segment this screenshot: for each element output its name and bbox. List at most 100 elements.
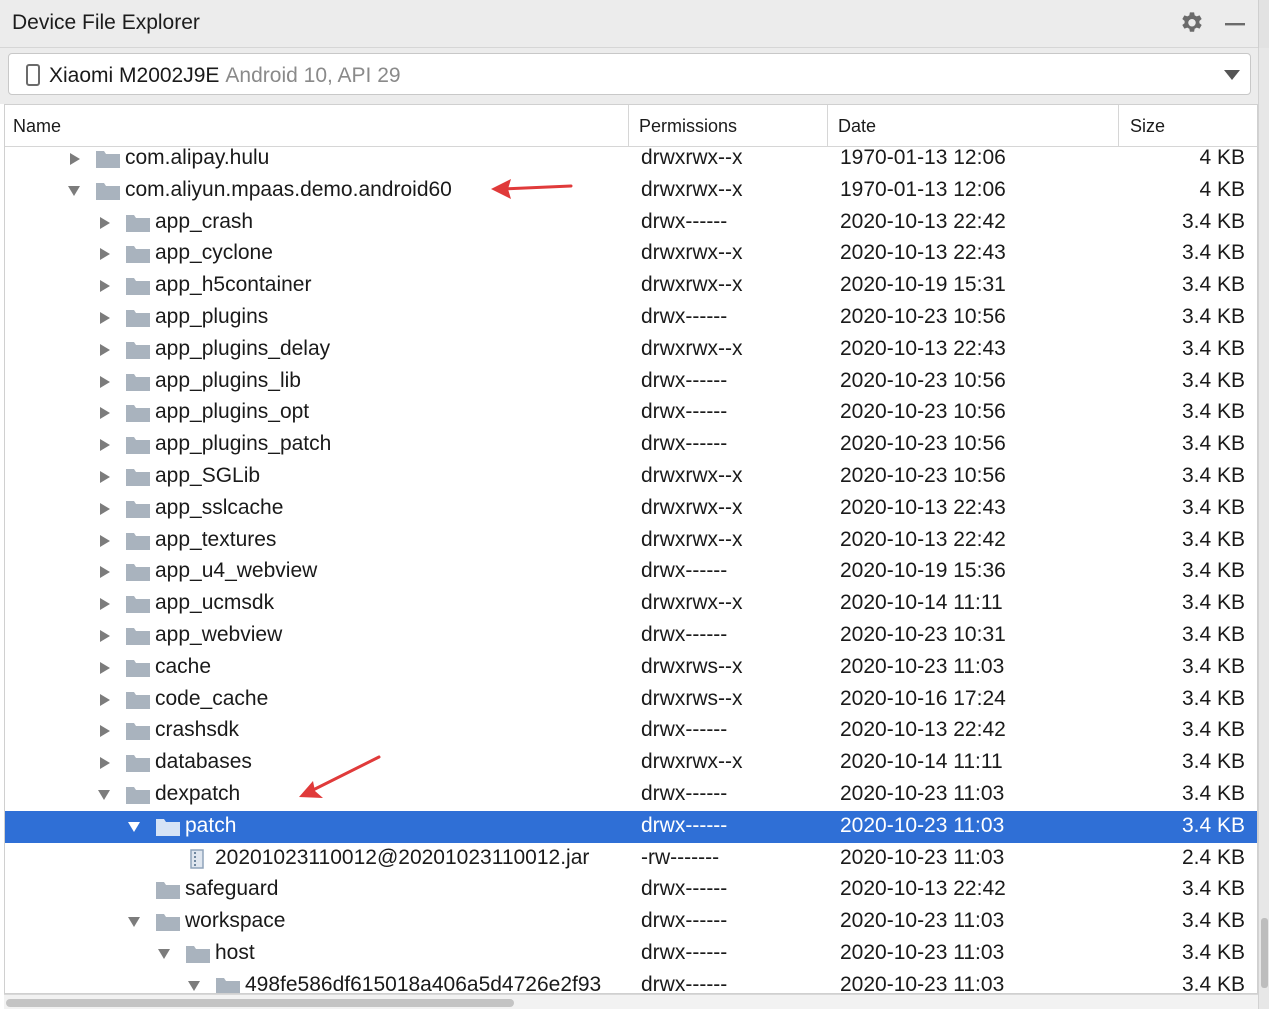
expand-toggle-closed-icon[interactable] [97,406,111,420]
file-size: 3.4 KB [1181,273,1245,297]
file-date: 2020-10-23 10:56 [840,432,1006,456]
folder-icon [126,373,150,391]
expand-toggle-closed-icon[interactable] [97,661,111,675]
device-api: Android 10, API 29 [225,64,401,87]
table-row[interactable]: cache drwxrws--x 2020-10-23 11:03 3.4 KB [5,652,1257,684]
column-header-permissions[interactable]: Permissions [639,116,737,137]
expand-toggle-open-icon[interactable] [67,184,81,198]
expand-toggle-closed-icon[interactable] [97,565,111,579]
column-header-name[interactable]: Name [13,116,61,137]
expand-toggle-closed-icon[interactable] [97,502,111,516]
file-date: 2020-10-16 17:24 [840,686,1006,710]
table-row[interactable]: app_u4_webview drwx------ 2020-10-19 15:36… [5,556,1257,588]
expand-toggle-closed-icon[interactable] [97,438,111,452]
folder-icon [126,310,150,327]
table-row[interactable]: code_cache drwxrws--x 2020-10-16 17:24 3.4 … [5,684,1257,716]
folder-icon [126,405,150,423]
expand-toggle-closed-icon[interactable] [97,311,111,325]
right-edge-scrollbar[interactable] [1258,48,1269,1009]
table-row[interactable]: app_sslcache drwxrwx--x 2020-10-13 22:43 3.… [5,493,1257,525]
horizontal-scroll-thumb[interactable] [6,999,514,1007]
file-size: 3.4 KB [1181,686,1245,710]
folder-icon [126,341,150,359]
table-row[interactable]: app_webview drwx------ 2020-10-23 10:31 3.4… [5,620,1257,652]
folder-icon [126,691,150,709]
file-date: 2020-10-23 11:03 [840,972,1005,994]
file-permissions: -rw------- [641,845,720,869]
file-size: 4 KB [1199,146,1245,169]
file-size: 2.4 KB [1181,845,1245,869]
column-divider[interactable] [628,105,629,147]
table-row[interactable]: host drwx------ 2020-10-23 11:03 3.4 KB [5,938,1257,970]
column-divider[interactable] [827,105,828,147]
file-name: databases [155,750,252,774]
table-row[interactable]: patch drwx------ 2020-10-23 11:03 3.4 KB [5,810,1257,843]
expand-toggle-closed-icon[interactable] [97,756,111,770]
file-size: 3.4 KB [1181,877,1245,901]
file-name: app_textures [155,527,277,551]
file-permissions: drwx------ [641,432,728,456]
table-row[interactable]: app_plugins_lib drwx------ 2020-10-23 10:5… [5,366,1257,398]
file-name: app_u4_webview [155,559,318,583]
table-row[interactable]: com.aliyun.mpaas.demo.android60 drwxrwx--… [5,175,1257,207]
table-row[interactable]: app_plugins_delay drwxrwx--x 2020-10-13 22… [5,334,1257,366]
gear-icon[interactable] [1178,10,1206,38]
column-header-date[interactable]: Date [838,116,876,137]
table-row[interactable]: workspace drwx------ 2020-10-23 11:03 3.4 K… [5,906,1257,938]
expand-toggle-closed-icon[interactable] [97,534,111,548]
expand-toggle-closed-icon[interactable] [97,343,111,357]
table-row[interactable]: databases drwxrwx--x 2020-10-14 11:11 3.4 K… [5,747,1257,779]
horizontal-scrollbar[interactable] [4,994,1258,1009]
table-row[interactable]: safeguard drwx------ 2020-10-13 22:42 3.4 K… [5,874,1257,906]
expand-toggle-open-icon[interactable] [127,820,141,834]
expand-toggle-closed-icon[interactable] [67,152,81,166]
expand-toggle-closed-icon[interactable] [97,724,111,738]
table-row[interactable]: app_SGLib drwxrwx--x 2020-10-23 10:56 3.4 K… [5,461,1257,493]
table-row[interactable]: app_plugins_patch drwx------ 2020-10-23 10… [5,429,1257,461]
expand-toggle-open-icon[interactable] [97,788,111,802]
file-name: app_plugins_opt [155,400,310,424]
table-row[interactable]: 20201023110012@20201023110012.jar -rw----… [5,843,1257,875]
table-row[interactable]: app_cyclone drwxrwx--x 2020-10-13 22:43 3.4… [5,238,1257,270]
expand-toggle-closed-icon[interactable] [97,693,111,707]
folder-icon [186,946,210,963]
file-date: 2020-10-14 11:11 [840,591,1003,615]
column-header-size[interactable]: Size [1130,116,1165,137]
table-row[interactable]: dexpatch drwx------ 2020-10-23 11:03 3.4 KB [5,779,1257,811]
table-row[interactable]: app_h5container drwxrwx--x 2020-10-19 15:3… [5,270,1257,302]
file-size: 3.4 KB [1181,241,1245,265]
file-permissions: drwxrwx--x [641,336,743,360]
table-row[interactable]: app_plugins_opt drwx------ 2020-10-23 10:5… [5,397,1257,429]
table-row[interactable]: 498fe586df615018a406a5d4726e2f93 drwx----… [5,970,1257,994]
table-row[interactable]: app_textures drwxrwx--x 2020-10-13 22:42 3.… [5,525,1257,557]
expand-toggle-closed-icon[interactable] [97,629,111,643]
expand-toggle-closed-icon[interactable] [97,375,111,389]
file-size: 3.4 KB [1181,941,1245,964]
folder-icon [96,182,120,200]
expand-toggle-closed-icon[interactable] [97,279,111,293]
minimize-icon[interactable] [1222,12,1248,36]
folder-icon [126,628,150,645]
table-row[interactable]: app_crash drwx------ 2020-10-13 22:42 3.4 K… [5,207,1257,239]
file-size: 3.4 KB [1181,782,1245,805]
expand-toggle-open-icon[interactable] [187,979,201,993]
table-row[interactable]: com.alipay.hulu drwxrwx--x 1970-01-13 12:0… [5,143,1257,175]
expand-toggle-closed-icon[interactable] [97,216,111,230]
expand-toggle-closed-icon[interactable] [97,247,111,261]
expand-toggle-closed-icon[interactable] [97,470,111,484]
file-name: code_cache [155,686,269,710]
file-permissions: drwx------ [641,909,728,933]
file-size: 3.4 KB [1181,527,1245,551]
table-row[interactable]: app_ucmsdk drwxrwx--x 2020-10-14 11:11 3.4 … [5,588,1257,620]
file-name: app_plugins [155,305,269,328]
column-divider[interactable] [1118,105,1119,147]
edge-scroll-thumb[interactable] [1261,918,1268,988]
table-row[interactable]: crashsdk drwx------ 2020-10-13 22:42 3.4 KB [5,715,1257,747]
expand-toggle-closed-icon[interactable] [97,597,111,611]
table-row[interactable]: app_plugins drwx------ 2020-10-23 10:56 3.4… [5,302,1257,334]
file-permissions: drwxrwx--x [641,177,743,201]
device-selector[interactable]: Xiaomi M2002J9E Android 10, API 29 [8,53,1251,95]
chevron-down-icon[interactable] [1223,69,1241,81]
expand-toggle-open-icon[interactable] [157,947,171,961]
expand-toggle-open-icon[interactable] [127,915,141,929]
